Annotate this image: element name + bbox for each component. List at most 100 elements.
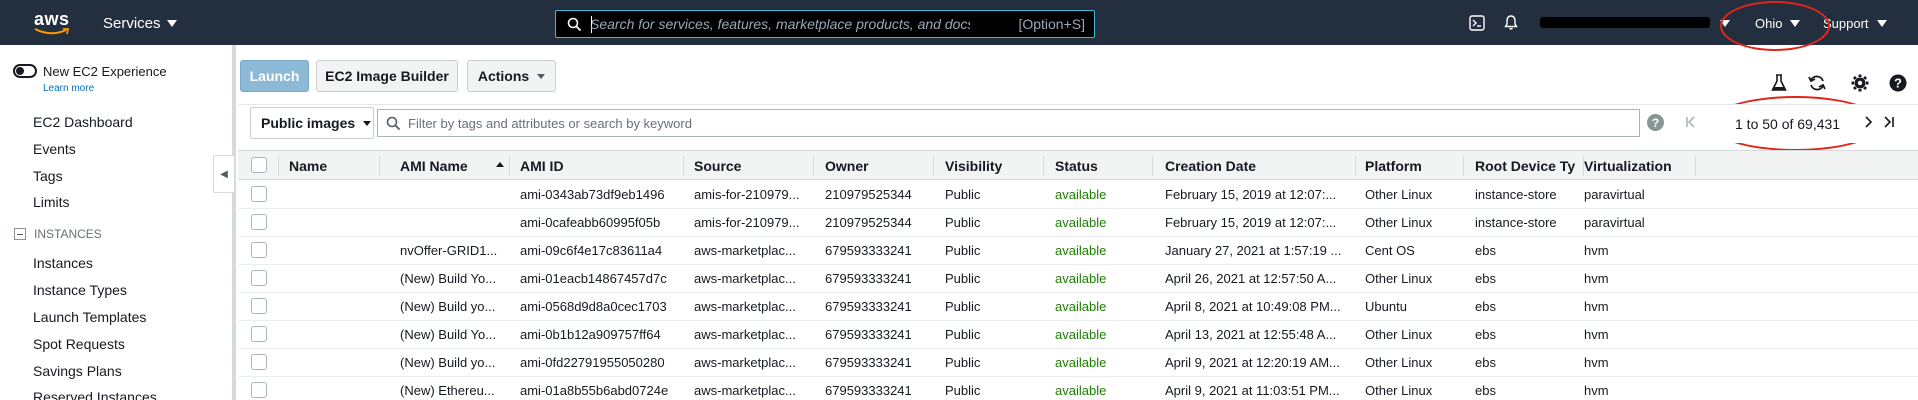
row-checkbox[interactable] bbox=[251, 354, 267, 370]
filter-help-icon[interactable]: ? bbox=[1647, 114, 1664, 131]
account-menu-redacted[interactable] bbox=[1540, 17, 1710, 28]
table-row[interactable]: (New) Build yo... ami-0568d9d8a0cec1703 aw… bbox=[238, 293, 1918, 321]
caret-down-icon bbox=[537, 73, 546, 79]
cell-status: available bbox=[1055, 271, 1107, 286]
region-selector[interactable]: Ohio bbox=[1755, 16, 1801, 31]
cell-ami-id: ami-09c6f4e17c83611a4 bbox=[520, 243, 663, 258]
sort-ascending-icon[interactable] bbox=[496, 162, 504, 167]
row-checkbox[interactable] bbox=[251, 326, 267, 342]
cell-owner: 679593333241 bbox=[825, 271, 912, 286]
cell-status: available bbox=[1055, 215, 1107, 230]
collapse-sidebar-button[interactable]: ◀ bbox=[213, 155, 234, 193]
row-checkbox[interactable] bbox=[251, 214, 267, 230]
cell-owner: 679593333241 bbox=[825, 355, 912, 370]
cell-root-device-type: ebs bbox=[1475, 243, 1496, 258]
search-input[interactable] bbox=[590, 14, 970, 34]
cell-ami-id: ami-01eacb14867457d7c bbox=[520, 271, 667, 286]
account-caret-down-icon[interactable] bbox=[1720, 20, 1730, 27]
column-header-root-device-type[interactable]: Root Device Ty bbox=[1475, 158, 1582, 174]
column-header-platform[interactable]: Platform bbox=[1365, 158, 1422, 174]
sidebar-item-savings-plans[interactable]: Savings Plans bbox=[33, 363, 122, 379]
services-menu[interactable]: Services bbox=[103, 15, 177, 32]
gear-icon[interactable] bbox=[1851, 74, 1869, 92]
row-checkbox[interactable] bbox=[251, 382, 267, 398]
filter-search-box[interactable] bbox=[377, 109, 1640, 137]
sidebar-item-spot-requests[interactable]: Spot Requests bbox=[33, 336, 125, 352]
cell-source: aws-marketplac... bbox=[694, 299, 796, 314]
row-checkbox[interactable] bbox=[251, 298, 267, 314]
bell-icon[interactable] bbox=[1503, 14, 1519, 31]
column-header-name[interactable]: Name bbox=[289, 158, 327, 174]
table-row[interactable]: ami-0343ab73df9eb1496 amis-for-210979... 2… bbox=[238, 181, 1918, 209]
first-page-icon[interactable] bbox=[1684, 115, 1698, 129]
column-header-visibility[interactable]: Visibility bbox=[945, 158, 1002, 174]
column-divider bbox=[1695, 156, 1696, 176]
aws-logo-text: aws bbox=[34, 9, 70, 29]
actions-label: Actions bbox=[477, 68, 530, 84]
table-row[interactable]: nvOffer-GRID1... ami-09c6f4e17c83611a4 aws… bbox=[238, 237, 1918, 265]
row-checkbox[interactable] bbox=[251, 186, 267, 202]
sidebar-item-ec2-dashboard[interactable]: EC2 Dashboard bbox=[33, 114, 133, 130]
cell-status: available bbox=[1055, 327, 1107, 342]
sidebar-item-tags[interactable]: Tags bbox=[33, 168, 63, 184]
sidebar-item-events[interactable]: Events bbox=[33, 141, 76, 157]
instances-section-header[interactable]: INSTANCES bbox=[14, 227, 102, 241]
global-search[interactable]: [Option+S] bbox=[555, 10, 1095, 38]
column-header-ami-name[interactable]: AMI Name bbox=[400, 158, 468, 174]
cell-root-device-type: ebs bbox=[1475, 383, 1496, 398]
table-row[interactable]: ami-0cafeabb60995f05b amis-for-210979... 2… bbox=[238, 209, 1918, 237]
table-row[interactable]: (New) Build Yo... ami-0b1b12a909757ff64 aw… bbox=[238, 321, 1918, 349]
refresh-icon[interactable] bbox=[1808, 74, 1826, 92]
filter-input[interactable] bbox=[408, 114, 1558, 132]
last-page-icon[interactable] bbox=[1882, 115, 1896, 129]
column-header-source[interactable]: Source bbox=[694, 158, 741, 174]
caret-down-icon bbox=[1876, 20, 1887, 27]
cloudshell-icon[interactable] bbox=[1469, 15, 1485, 31]
column-divider bbox=[509, 156, 510, 176]
sidebar-item-instance-types[interactable]: Instance Types bbox=[33, 282, 127, 298]
image-type-dropdown[interactable]: Public images bbox=[250, 107, 374, 139]
support-menu[interactable]: Support bbox=[1823, 16, 1887, 31]
cell-creation-date: April 9, 2021 at 12:20:19 AM... bbox=[1165, 355, 1340, 370]
column-header-owner[interactable]: Owner bbox=[825, 158, 869, 174]
sidebar-scrollbar[interactable] bbox=[233, 45, 236, 400]
cell-source: aws-marketplac... bbox=[694, 327, 796, 342]
column-header-status[interactable]: Status bbox=[1055, 158, 1098, 174]
sidebar-item-launch-templates[interactable]: Launch Templates bbox=[33, 309, 146, 325]
launch-button[interactable]: Launch bbox=[240, 60, 309, 92]
column-divider bbox=[683, 156, 684, 176]
row-checkbox[interactable] bbox=[251, 270, 267, 286]
flask-icon[interactable] bbox=[1771, 74, 1787, 92]
new-experience-label: New EC2 Experience bbox=[43, 64, 167, 79]
sidebar-item-instances[interactable]: Instances bbox=[33, 255, 93, 271]
cell-root-device-type: ebs bbox=[1475, 355, 1496, 370]
table-header: Name AMI Name AMI ID Source Owner Visibi… bbox=[238, 150, 1918, 180]
help-circle-icon[interactable]: ? bbox=[1889, 74, 1907, 92]
table-row[interactable]: (New) Build Yo... ami-01eacb14867457d7c aw… bbox=[238, 265, 1918, 293]
sidebar-item-limits[interactable]: Limits bbox=[33, 194, 70, 210]
table-row[interactable]: (New) Build yo... ami-0fd22791955050280 aw… bbox=[238, 349, 1918, 377]
image-type-value: Public images bbox=[261, 115, 356, 131]
ec2-image-builder-button[interactable]: EC2 Image Builder bbox=[316, 60, 458, 92]
column-divider bbox=[1043, 156, 1044, 176]
cell-ami-name: (New) Build yo... bbox=[400, 299, 496, 314]
column-header-ami-id[interactable]: AMI ID bbox=[520, 158, 564, 174]
sidebar-item-reserved-instances[interactable]: Reserved Instances bbox=[33, 389, 157, 400]
next-page-icon[interactable] bbox=[1862, 115, 1876, 129]
learn-more-link[interactable]: Learn more bbox=[43, 83, 94, 94]
column-header-creation-date[interactable]: Creation Date bbox=[1165, 158, 1256, 174]
cell-source: amis-for-210979... bbox=[694, 215, 800, 230]
cell-ami-name: (New) Ethereu... bbox=[400, 383, 495, 398]
select-all-checkbox[interactable] bbox=[251, 157, 267, 173]
cell-root-device-type: ebs bbox=[1475, 271, 1496, 286]
actions-button[interactable]: Actions bbox=[467, 60, 556, 92]
aws-logo[interactable]: aws bbox=[34, 9, 74, 37]
collapse-section-icon bbox=[14, 228, 26, 240]
new-experience-toggle[interactable] bbox=[13, 64, 37, 78]
row-checkbox[interactable] bbox=[251, 242, 267, 258]
cell-visibility: Public bbox=[945, 355, 981, 370]
table-row[interactable]: (New) Ethereu... ami-01a8b55b6abd0724e aws… bbox=[238, 377, 1918, 400]
column-header-virtualization[interactable]: Virtualization bbox=[1584, 158, 1672, 174]
cell-ami-id: ami-0fd22791955050280 bbox=[520, 355, 665, 370]
column-divider bbox=[379, 156, 380, 176]
